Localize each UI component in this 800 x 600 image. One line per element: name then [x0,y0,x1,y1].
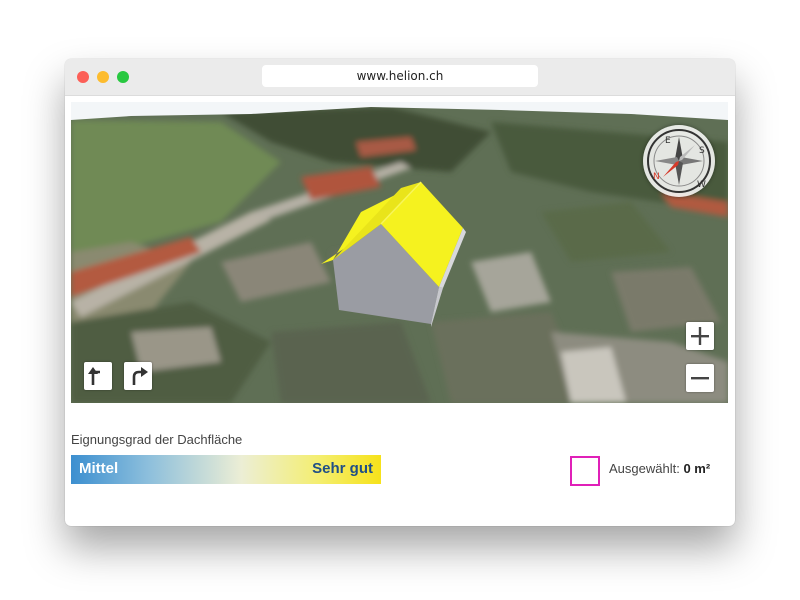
compass-letter-e: E [665,136,671,146]
aerial-map[interactable] [71,102,728,403]
maximize-window-button[interactable] [117,71,129,83]
minus-icon [691,377,709,380]
address-bar[interactable]: www.helion.ch [262,65,538,87]
selection-value: 0 m² [683,461,711,476]
legend-low-label: Mittel [79,460,119,477]
zoom-in-button[interactable] [686,322,714,350]
legend-high-label: Sehr gut [312,460,373,477]
compass-letter-n: N [653,172,660,182]
compass-letter-s: S [699,146,705,156]
compass-icon: E S W N [647,129,711,193]
selection-color-box [570,456,600,486]
zoom-out-button[interactable] [686,364,714,392]
rotate-left-button[interactable] [84,362,112,390]
suitability-legend-bar: Mittel Sehr gut [71,455,381,484]
rotate-left-icon [88,367,100,385]
rotate-right-button[interactable] [124,362,152,390]
selection-label: Ausgewählt: [609,461,680,476]
rotate-right-icon [132,367,148,385]
minimize-window-button[interactable] [97,71,109,83]
legend-title: Eignungsgrad der Dachfläche [71,432,243,447]
selection-area: Ausgewählt: 0 m² [609,461,710,476]
compass-letter-w: W [697,180,706,190]
plus-icon [691,327,709,345]
title-bar: www.helion.ch [65,59,735,96]
map-view[interactable]: E S W N [71,102,728,403]
compass[interactable]: E S W N [643,125,715,197]
close-window-button[interactable] [77,71,89,83]
